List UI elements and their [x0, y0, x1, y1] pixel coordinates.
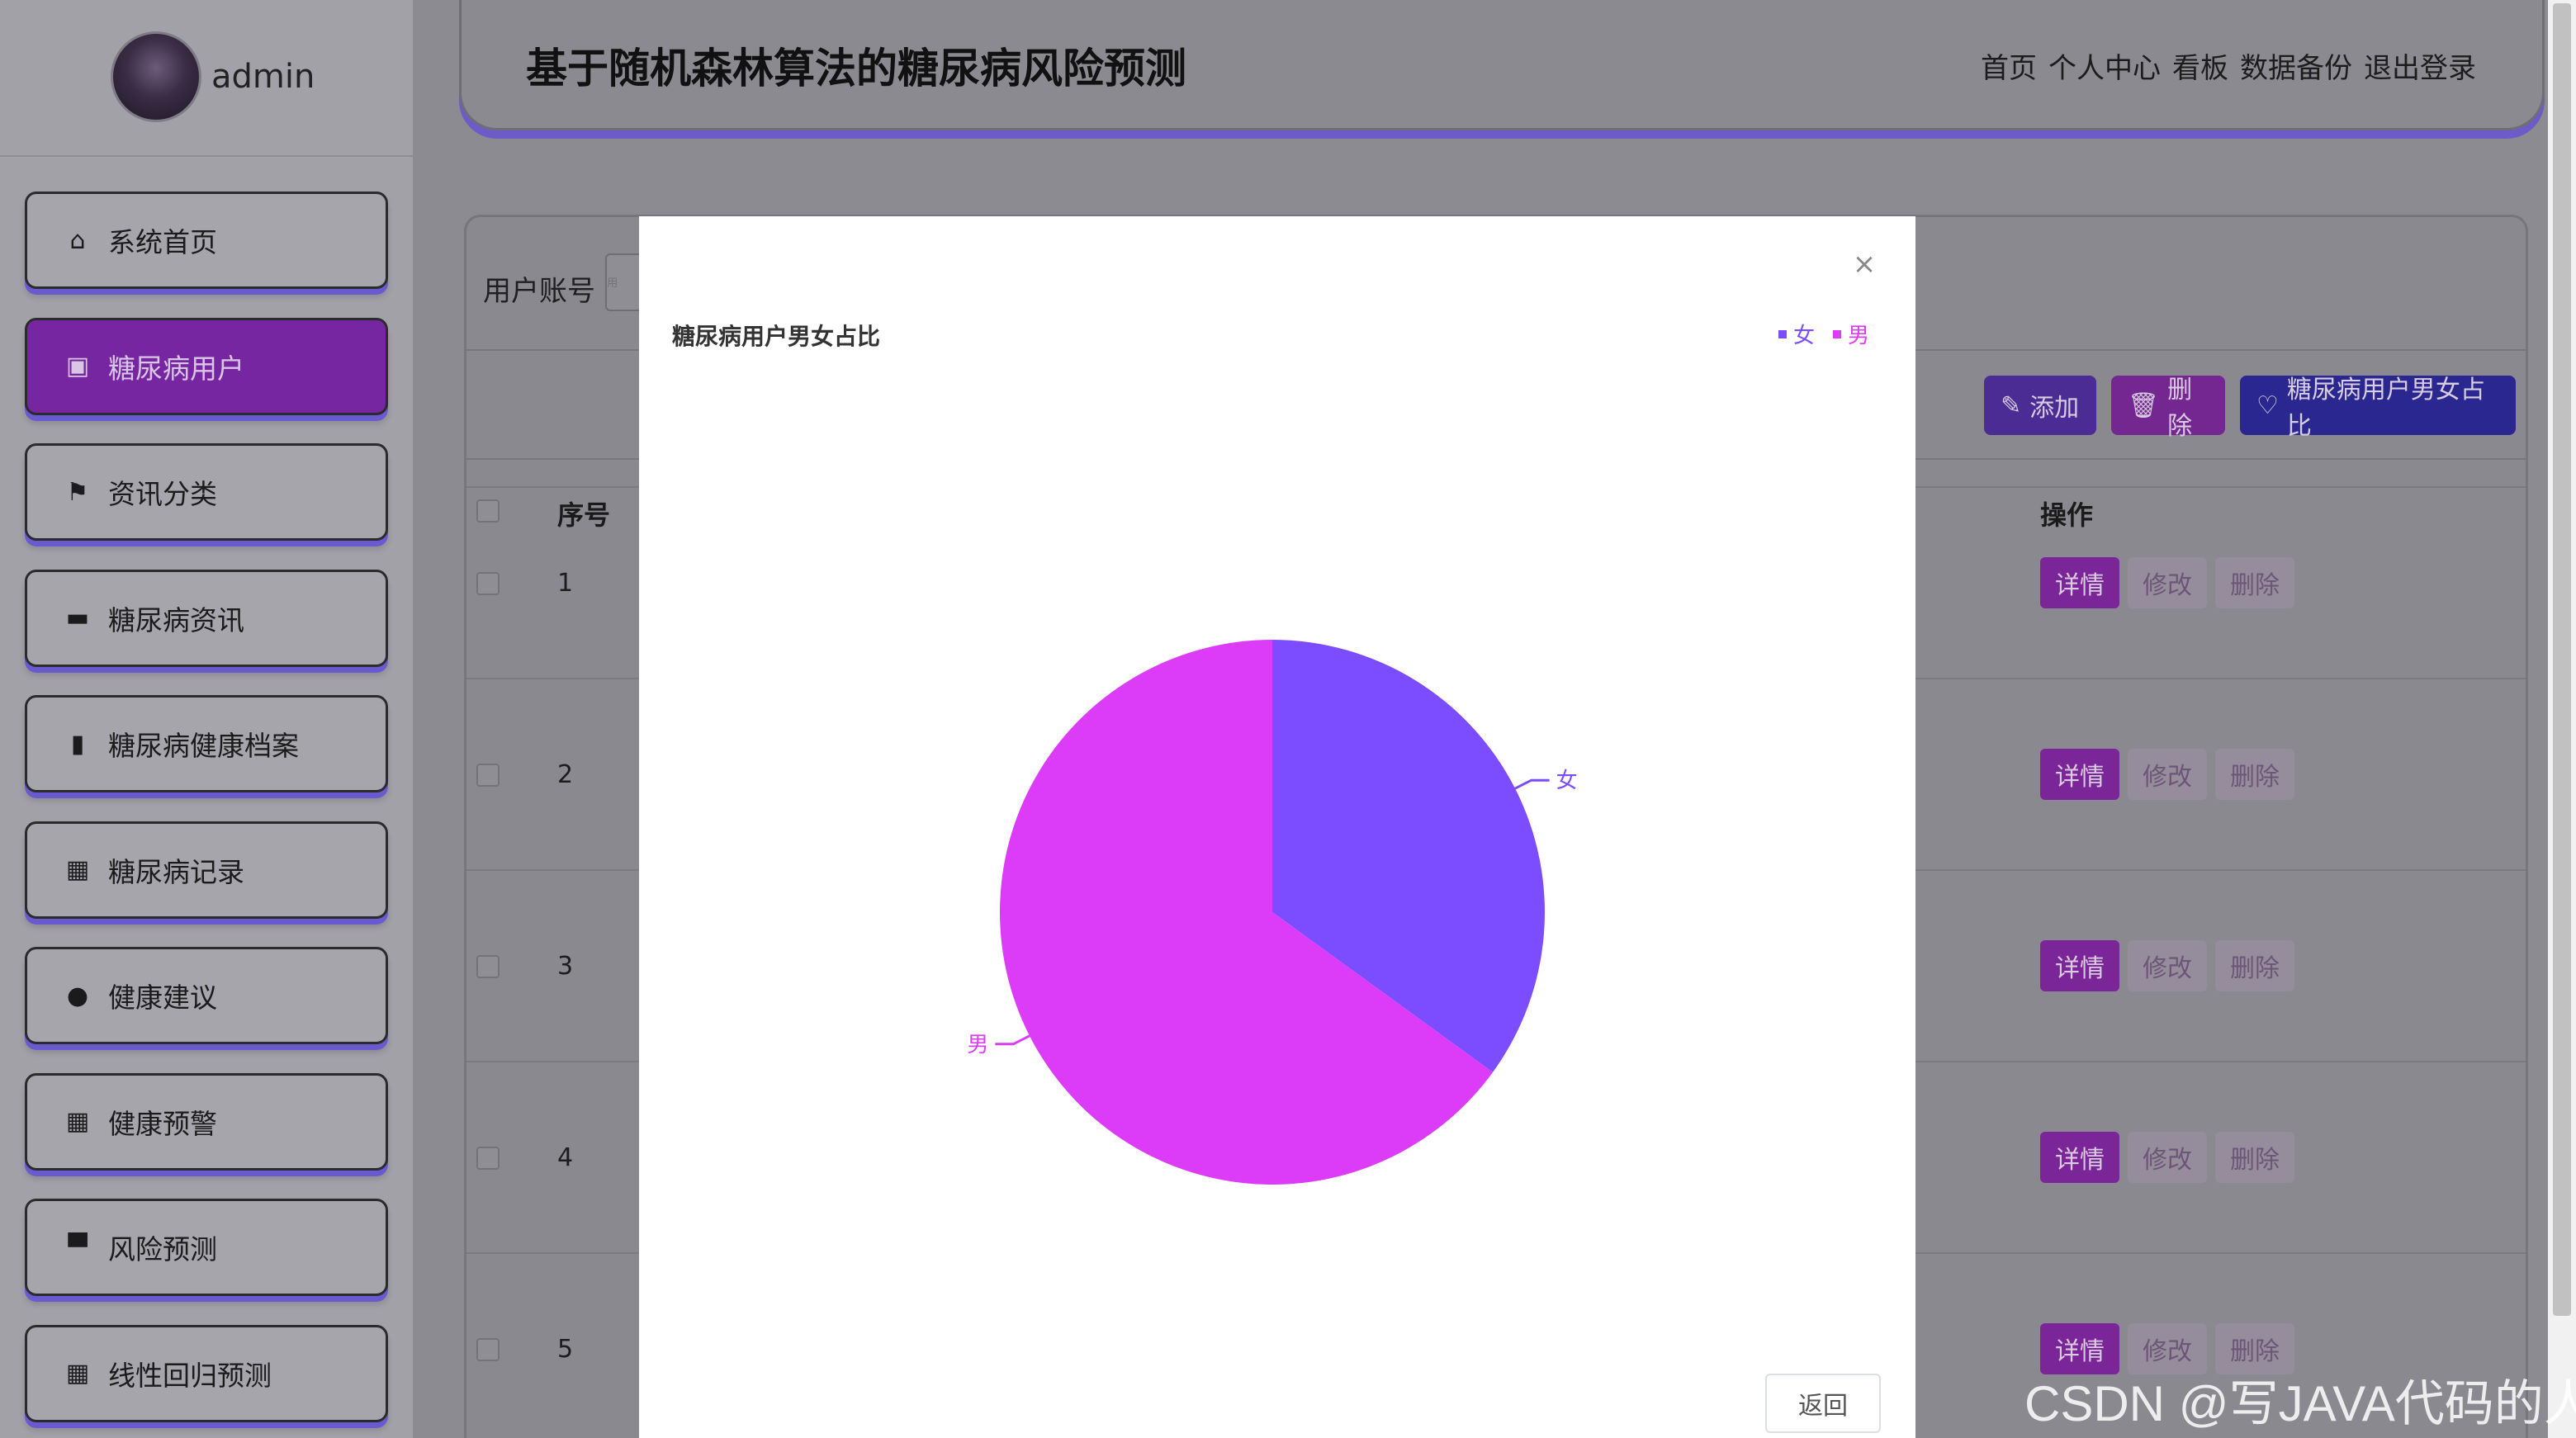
sidebar-item-label: 健康建议: [108, 982, 217, 1014]
row-seq: 5: [557, 1335, 574, 1364]
row-checkbox[interactable]: [476, 764, 500, 787]
nav-profile[interactable]: 个人中心: [2048, 45, 2161, 86]
sidebar-item-label: 系统首页: [108, 226, 217, 258]
sidebar-item[interactable]: ▦ 线性回归预测: [25, 1324, 388, 1422]
row-checkbox[interactable]: [476, 955, 500, 978]
label-leader-line: [995, 1034, 1030, 1046]
grid-icon: ▦: [65, 855, 90, 884]
delete-button[interactable]: 删除: [2215, 1132, 2294, 1183]
detail-button[interactable]: 详情: [2040, 940, 2119, 991]
sidebar-item[interactable]: ⌂ 系统首页: [25, 192, 388, 289]
add-button[interactable]: ✎ 添加: [1984, 376, 2096, 435]
sidebar-item-label: 糖尿病用户: [108, 352, 244, 385]
trash-icon: 🗑: [2128, 390, 2160, 420]
detail-button[interactable]: 详情: [2040, 557, 2119, 608]
nav-backup[interactable]: 数据备份: [2240, 45, 2352, 86]
user-box: admin: [0, 0, 413, 157]
sidebar-item-label: 糖尿病资讯: [108, 603, 244, 636]
top-nav: 首页 个人中心 看板 数据备份 退出登录: [1981, 45, 2476, 86]
sidebar-item-label: 线性回归预测: [108, 1359, 272, 1392]
delete-button[interactable]: 删除: [2215, 749, 2294, 800]
ticket-icon: ▬: [65, 603, 90, 632]
nav-dashboard[interactable]: 看板: [2172, 45, 2228, 86]
sidebar-item[interactable]: ▀ 风险预测: [25, 1199, 388, 1296]
edit-icon: ✎: [2001, 390, 2022, 420]
sidebar-item[interactable]: ▦ 健康预警: [25, 1072, 388, 1171]
gender-ratio-label: 糖尿病用户男女占比: [2286, 376, 2485, 441]
scroll-thumb[interactable]: [2553, 3, 2571, 1316]
row-checkbox[interactable]: [476, 572, 500, 595]
sidebar-item[interactable]: ● 健康建议: [25, 947, 388, 1044]
row-checkbox[interactable]: [476, 1147, 500, 1170]
search-label: 用户账号: [483, 275, 595, 308]
row-seq: 1: [557, 569, 574, 598]
page-title: 基于随机森林算法的糖尿病风险预测: [526, 45, 1186, 92]
home-icon: ⌂: [69, 225, 86, 255]
username: admin: [211, 58, 315, 96]
pie-chart: 女男: [967, 640, 1578, 1185]
slice-label: 女: [1556, 769, 1578, 793]
sidebar-item[interactable]: ▦ 糖尿病记录: [25, 821, 388, 919]
row-seq: 4: [557, 1143, 574, 1172]
edit-button[interactable]: 修改: [2128, 749, 2207, 800]
sidebar-item-label: 糖尿病记录: [108, 855, 244, 888]
grid-icon: ▦: [65, 1107, 90, 1136]
detail-button[interactable]: 详情: [2040, 749, 2119, 800]
sidebar-item-label: 糖尿病健康档案: [108, 730, 299, 762]
sidebar-item[interactable]: ▬ 糖尿病资讯: [25, 569, 388, 667]
bulb-icon: ●: [66, 981, 89, 1010]
edit-button[interactable]: 修改: [2128, 557, 2207, 608]
nav-logout[interactable]: 退出登录: [2364, 45, 2476, 86]
avatar[interactable]: [111, 31, 201, 122]
delete-button[interactable]: 删除: [2215, 557, 2294, 608]
sidebar-item[interactable]: ▮ 糖尿病健康档案: [25, 695, 388, 792]
printer-icon: ▀: [68, 1232, 88, 1262]
edit-button[interactable]: 修改: [2128, 1132, 2207, 1183]
page-scrollbar[interactable]: [2548, 0, 2576, 1438]
sidebar-item[interactable]: ⚑ 资讯分类: [25, 443, 388, 541]
flag-icon: ⚑: [66, 477, 89, 507]
batch-delete-button[interactable]: 🗑 删除: [2111, 376, 2225, 441]
sidebar: admin ⌂ 系统首页 ▣ 糖尿病用户 ⚑ 资讯分类 ▬ 糖尿病资讯 ▮ 糖尿病健康档案 ▦ 糖尿病…: [0, 0, 413, 1438]
row-checkbox[interactable]: [476, 1338, 500, 1361]
delete-button[interactable]: 删除: [2215, 940, 2294, 991]
detail-button[interactable]: 详情: [2040, 1132, 2119, 1183]
watermark: CSDN @写JAVA代码的人: [2024, 1376, 2576, 1431]
return-button[interactable]: 返回: [1765, 1374, 1881, 1433]
user-badge-icon: ▣: [65, 352, 90, 381]
batch-delete-label: 删除: [2167, 376, 2193, 441]
edit-button[interactable]: 修改: [2128, 940, 2207, 991]
gender-ratio-button[interactable]: ♡ 糖尿病用户男女占比: [2240, 376, 2516, 441]
nav-home[interactable]: 首页: [1981, 45, 2037, 86]
grid-icon: ▦: [65, 1359, 90, 1388]
sidebar-item[interactable]: ▣ 糖尿病用户: [25, 317, 388, 415]
bar-chart-icon: ▮: [70, 729, 85, 759]
row-seq: 2: [557, 760, 574, 789]
chart-dialog: × 糖尿病用户男女占比 女男 女男 返回: [639, 216, 1915, 1438]
top-header: 基于随机森林算法的糖尿病风险预测 首页 个人中心 看板 数据备份 退出登录: [459, 0, 2545, 130]
sidebar-item-label: 资讯分类: [108, 478, 217, 510]
label-leader-line: [1514, 778, 1550, 790]
row-seq: 3: [557, 952, 574, 981]
heart-icon: ♡: [2256, 390, 2279, 420]
slice-label: 男: [967, 1033, 988, 1057]
add-button-label: 添加: [2029, 394, 2080, 423]
sidebar-item-label: 健康预警: [108, 1107, 217, 1140]
sidebar-item-label: 风险预测: [108, 1233, 217, 1265]
